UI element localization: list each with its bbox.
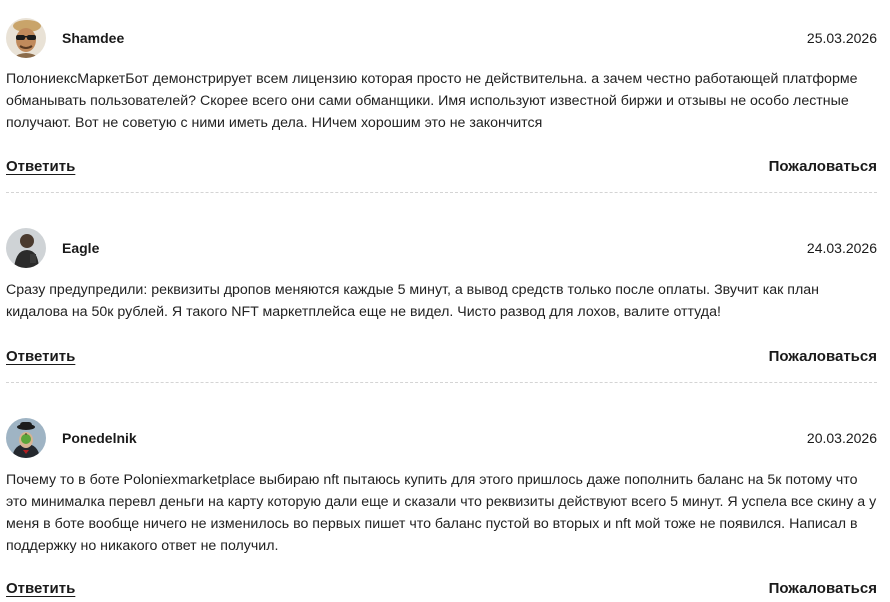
divider — [6, 192, 877, 193]
comment-item: Shamdee 25.03.2026 ПолониексМаркетБот де… — [0, 0, 877, 200]
avatar-dark-figure-icon — [6, 228, 46, 268]
comment-text: Почему то в боте Poloniexmarketplace выб… — [6, 472, 877, 554]
author-name: Eagle — [62, 240, 100, 256]
author-name: Shamdee — [62, 30, 125, 46]
report-button[interactable]: Пожаловаться — [769, 348, 877, 365]
avatar-sunglasses-man-icon — [6, 18, 46, 58]
divider — [6, 382, 877, 383]
comment-date: 25.03.2026 — [806, 30, 877, 46]
avatar[interactable] — [6, 228, 46, 268]
comment-item: Eagle 24.03.2026 Сразу предупредили: рек… — [0, 200, 877, 390]
reply-button[interactable]: Ответить — [6, 348, 75, 365]
reply-button[interactable]: Ответить — [6, 158, 75, 175]
author-name: Ponedelnik — [62, 430, 137, 446]
comment-date: 24.03.2026 — [806, 240, 877, 256]
report-button[interactable]: Пожаловаться — [769, 580, 877, 597]
comment-text: Сразу предупредили: реквизиты дропов мен… — [6, 282, 819, 320]
comment-text: ПолониексМаркетБот демонстрирует всем ли… — [6, 71, 858, 131]
avatar[interactable] — [6, 418, 46, 458]
avatar-bowler-hat-apple-icon — [6, 418, 46, 458]
comment-item: Ponedelnik 20.03.2026 Почему то в боте P… — [0, 390, 877, 602]
avatar[interactable] — [6, 18, 46, 58]
report-button[interactable]: Пожаловаться — [769, 158, 877, 175]
comment-date: 20.03.2026 — [806, 430, 877, 446]
reply-button[interactable]: Ответить — [6, 580, 75, 597]
